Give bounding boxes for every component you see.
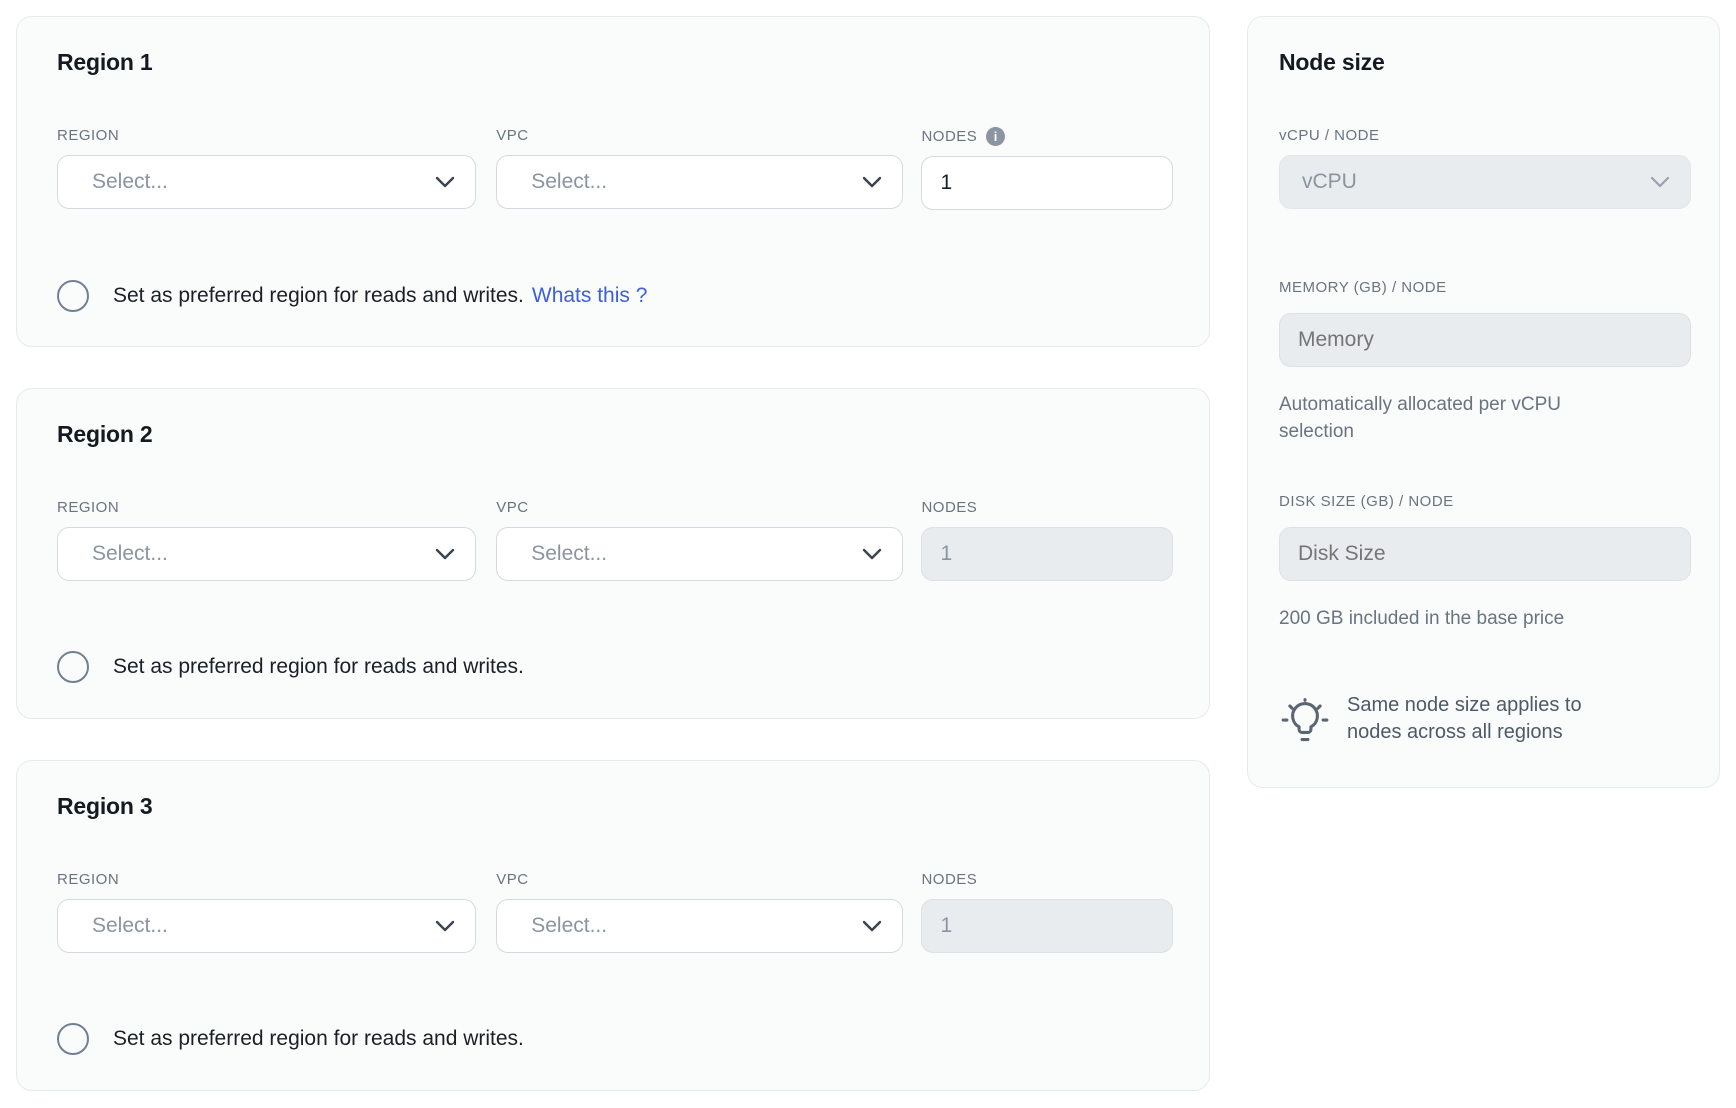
chevron-down-icon [862,548,882,560]
preferred-region-row: Set as preferred region for reads and wr… [57,651,1173,683]
lightbulb-icon [1279,694,1331,752]
region-field: REGION Select... [57,127,476,210]
node-size-card: Node size vCPU / NODE vCPU MEMORY (GB) /… [1247,16,1720,788]
regions-column: Region 1 REGION Select... VPC Select... [16,16,1210,1091]
vpc-select[interactable]: Select... [496,155,903,209]
region-field-label: REGION [57,127,476,145]
nodes-input[interactable] [921,156,1173,210]
region-select[interactable]: Select... [57,155,476,209]
disk-size-field-label: DISK SIZE (GB) / NODE [1279,493,1689,511]
chevron-down-icon [862,176,882,188]
vpc-field: VPC Select... [496,871,903,953]
nodes-input-disabled [921,899,1173,953]
preferred-region-radio[interactable] [57,1023,89,1055]
nodes-field: NODES i [921,127,1173,210]
region-3-fields: REGION Select... VPC Select... NODES [57,871,1173,953]
disk-helper-text: 200 GB included in the base price [1279,605,1689,632]
vpc-field-label: VPC [496,499,903,517]
chevron-down-icon [435,176,455,188]
region-field-label: REGION [57,499,476,517]
vpc-select-value: Select... [531,542,607,566]
node-size-column: Node size vCPU / NODE vCPU MEMORY (GB) /… [1247,16,1720,788]
region-1-card: Region 1 REGION Select... VPC Select... [16,16,1210,347]
nodes-field-label: NODES i [921,127,1173,146]
region-select-value: Select... [92,542,168,566]
region-2-card: Region 2 REGION Select... VPC Select... [16,388,1210,719]
vpc-select[interactable]: Select... [496,527,903,581]
disk-size-input-disabled [1279,527,1691,581]
nodes-field: NODES [921,499,1173,581]
vpc-select-value: Select... [531,914,607,938]
vpc-field-label: VPC [496,127,903,145]
memory-input-disabled [1279,313,1691,367]
vcpu-field-label: vCPU / NODE [1279,127,1689,145]
vcpu-select[interactable]: vCPU [1279,155,1691,209]
vpc-select-value: Select... [531,170,607,194]
preferred-region-label: Set as preferred region for reads and wr… [113,1027,524,1051]
nodes-field-label: NODES [921,499,1173,517]
node-size-note-text: Same node size applies to nodes across a… [1347,692,1627,746]
region-3-title: Region 3 [57,791,1173,821]
region-field-label: REGION [57,871,476,889]
region-select-value: Select... [92,170,168,194]
preferred-region-row: Set as preferred region for reads and wr… [57,1023,1173,1055]
nodes-field-label-text: NODES [921,128,977,146]
preferred-region-row: Set as preferred region for reads and wr… [57,280,1173,312]
region-select[interactable]: Select... [57,527,476,581]
node-size-title: Node size [1279,47,1689,77]
region-field: REGION Select... [57,499,476,581]
vpc-field: VPC Select... [496,499,903,581]
vpc-field-label: VPC [496,871,903,889]
memory-field-label: MEMORY (GB) / NODE [1279,279,1689,297]
preferred-region-label: Set as preferred region for reads and wr… [113,655,524,679]
preferred-region-radio[interactable] [57,651,89,683]
region-select-value: Select... [92,914,168,938]
region-select[interactable]: Select... [57,899,476,953]
info-icon[interactable]: i [986,127,1005,146]
chevron-down-icon [435,920,455,932]
node-size-note: Same node size applies to nodes across a… [1279,692,1689,752]
vpc-select[interactable]: Select... [496,899,903,953]
chevron-down-icon [1650,176,1670,188]
region-field: REGION Select... [57,871,476,953]
vpc-field: VPC Select... [496,127,903,210]
nodes-field: NODES [921,871,1173,953]
preferred-region-label: Set as preferred region for reads and wr… [113,284,524,308]
region-1-title: Region 1 [57,47,1173,77]
region-1-fields: REGION Select... VPC Select... NODES [57,127,1173,210]
node-configuration-page: Region 1 REGION Select... VPC Select... [0,0,1736,1091]
preferred-region-radio[interactable] [57,280,89,312]
region-2-title: Region 2 [57,419,1173,449]
nodes-input-disabled [921,527,1173,581]
chevron-down-icon [435,548,455,560]
vcpu-select-value: vCPU [1302,170,1357,194]
region-2-fields: REGION Select... VPC Select... NODES [57,499,1173,581]
whats-this-link[interactable]: Whats this ? [532,284,648,308]
memory-helper-text: Automatically allocated per vCPU selecti… [1279,391,1619,445]
region-3-card: Region 3 REGION Select... VPC Select... [16,760,1210,1091]
nodes-field-label: NODES [921,871,1173,889]
chevron-down-icon [862,920,882,932]
